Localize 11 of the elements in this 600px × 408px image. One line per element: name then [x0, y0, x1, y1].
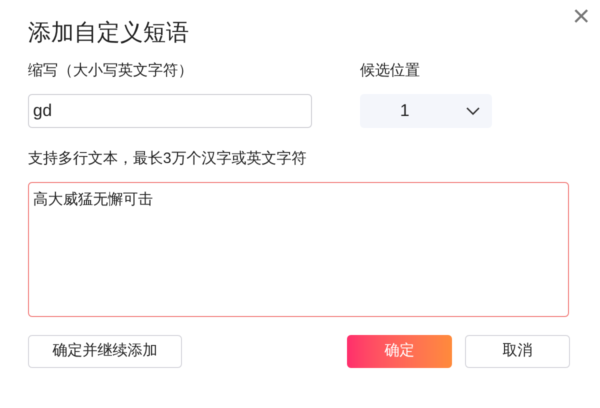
- field-label: 缩写（大小写英文字符）: [28, 61, 194, 81]
- chevron-down-icon: [466, 107, 480, 115]
- dialog-title: 添加自定义短语: [28, 18, 190, 47]
- phrase-field[interactable]: 高大威猛无懈可击: [28, 182, 569, 317]
- field-label: 候选位置: [360, 61, 421, 81]
- hint-text: 支持多行文本，最长3万个汉字或英文字符: [28, 149, 308, 169]
- secondary-button[interactable]: 取消: [465, 335, 570, 368]
- abbreviation-field[interactable]: gd: [28, 94, 312, 128]
- secondary-button[interactable]: 确定并继续添加: [28, 335, 182, 368]
- position-dropdown[interactable]: 1: [360, 94, 492, 128]
- close-button[interactable]: ×: [572, 2, 590, 32]
